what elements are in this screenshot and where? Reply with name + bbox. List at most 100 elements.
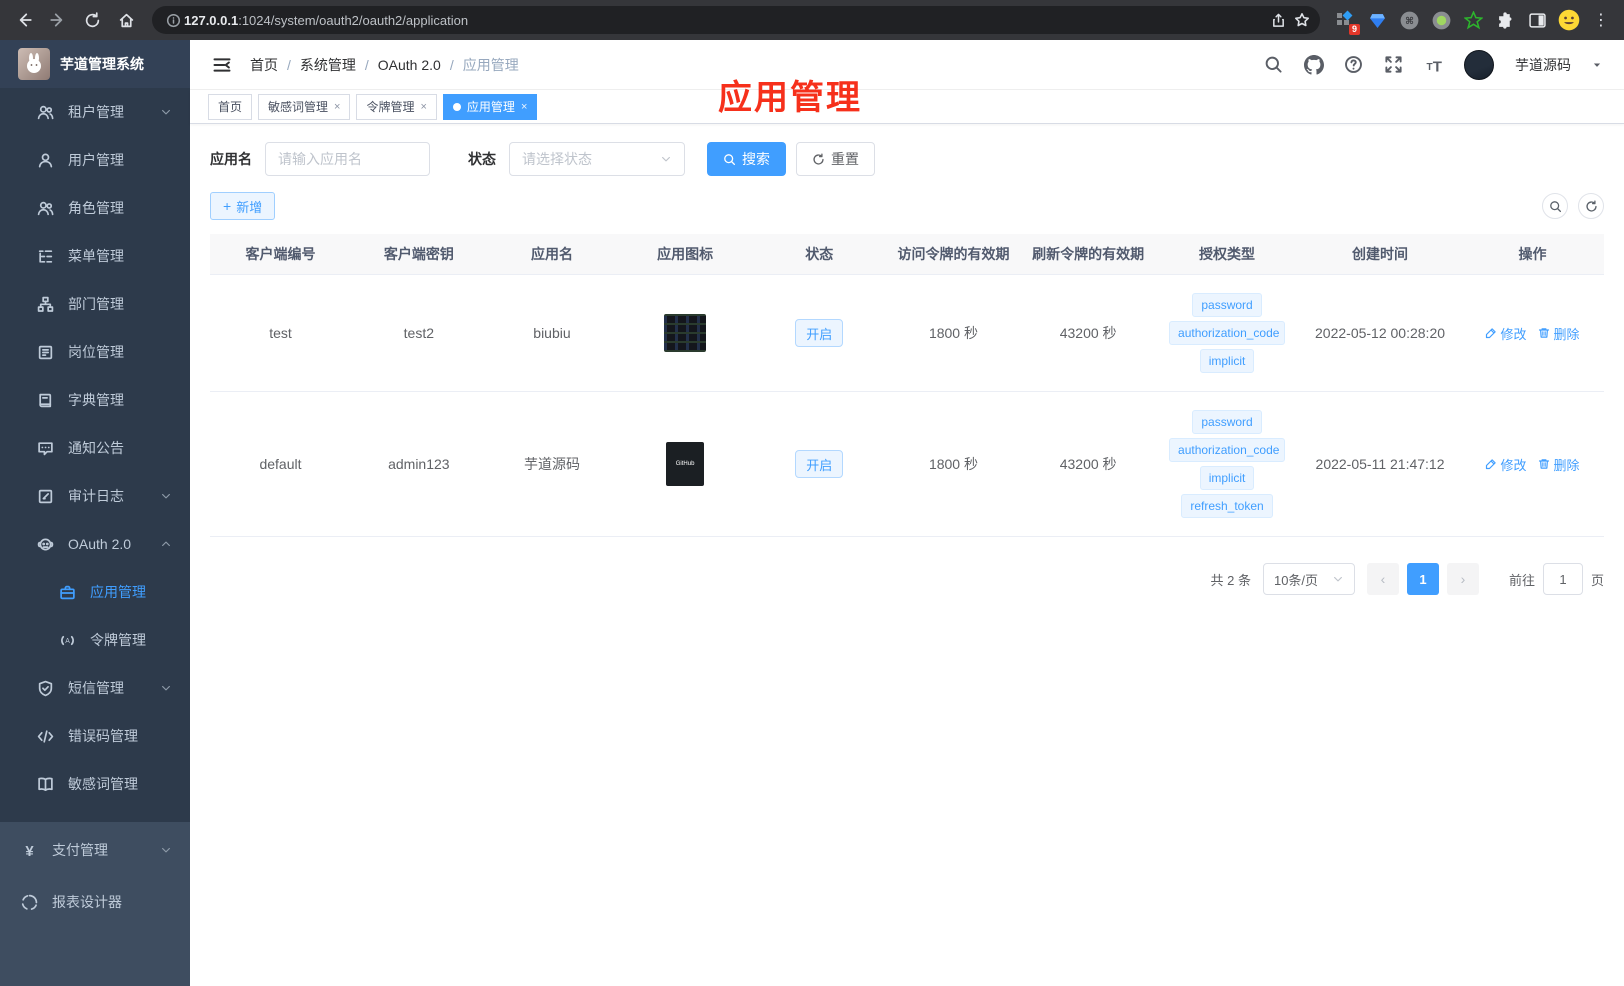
app-name-input[interactable] <box>265 142 430 176</box>
sidebar-item-OAuth 2.0[interactable]: OAuth 2.0 <box>0 520 190 568</box>
sidebar-item-部门管理[interactable]: 部门管理 <box>0 280 190 328</box>
sidebar-item-租户管理[interactable]: 租户管理 <box>0 88 190 136</box>
sidebar: 芋道管理系统 租户管理 用户管理角色管理菜单管理 部门管理 岗位管理 字典管理 通知公告审… <box>0 40 190 986</box>
extension-green-star-icon[interactable] <box>1460 7 1486 33</box>
tab-令牌管理[interactable]: 令牌管理 × <box>356 93 437 120</box>
cell-operations: 修改 删除 <box>1461 449 1604 480</box>
cell-status: 开启 <box>753 313 886 353</box>
font-size-icon[interactable]: TT <box>1424 55 1443 75</box>
url-bar[interactable]: 127.0.0.1:1024/system/oauth2/oauth2/appl… <box>152 6 1320 34</box>
status-label: 状态 <box>468 151 496 167</box>
current-page-button[interactable]: 1 <box>1406 563 1439 595</box>
reload-icon[interactable] <box>78 6 106 34</box>
search-button[interactable]: 搜索 <box>707 142 786 176</box>
sidebar-item-菜单管理[interactable]: 菜单管理 <box>0 232 190 280</box>
sidebar-item-支付管理[interactable]: ¥ 支付管理 <box>0 824 190 876</box>
add-button[interactable]: + 新增 <box>210 192 276 220</box>
chevron-down-icon <box>160 106 172 118</box>
sidebar-item-用户管理[interactable]: 用户管理 <box>0 136 190 184</box>
breadcrumb-item[interactable]: 首页 <box>250 55 278 75</box>
cell-client-secret: test2 <box>403 325 434 341</box>
status-select[interactable]: 请选择状态 <box>509 142 685 176</box>
tab-close-icon[interactable]: × <box>521 101 527 113</box>
column-header: 客户端编号 <box>245 246 316 262</box>
sidebar-item-令牌管理[interactable]: A 令牌管理 <box>0 616 190 664</box>
tab-close-icon[interactable]: × <box>420 101 426 113</box>
yen-icon: ¥ <box>21 842 38 858</box>
home-icon[interactable] <box>112 6 140 34</box>
dashboard-screenshot-thumbnail <box>664 314 707 352</box>
sidebar-item-应用管理[interactable]: 应用管理 <box>0 568 190 616</box>
cell-access-token-validity: 1800 秒 <box>928 456 978 472</box>
sidebar-item-label: 报表设计器 <box>52 894 122 910</box>
sidebar-item-角色管理[interactable]: 角色管理 <box>0 184 190 232</box>
tab-敏感词管理[interactable]: 敏感词管理 × <box>258 93 351 120</box>
share-icon[interactable] <box>1266 8 1290 32</box>
sidebar-item-岗位管理[interactable]: 岗位管理 <box>0 328 190 376</box>
edit-button[interactable]: 修改 <box>1485 324 1526 343</box>
menu-tree-icon <box>37 248 54 265</box>
reset-button[interactable]: 重置 <box>796 142 875 176</box>
sidebar-item-审计日志[interactable]: 审计日志 <box>0 472 190 520</box>
extension-gem-icon[interactable] <box>1364 7 1390 33</box>
total-count: 共 2 条 <box>1210 572 1251 588</box>
sidebar-item-label: 审计日志 <box>68 488 124 504</box>
breadcrumb-item[interactable]: 系统管理 <box>300 55 356 75</box>
extension-record-icon[interactable] <box>1428 7 1454 33</box>
sidebar-item-字典管理[interactable]: 字典管理 <box>0 376 190 424</box>
svg-text:A: A <box>65 638 70 645</box>
svg-text:T: T <box>1433 58 1442 75</box>
status-tag[interactable]: 开启 <box>795 319 844 347</box>
edit-button[interactable]: 修改 <box>1485 455 1526 474</box>
prev-page-button[interactable]: ‹ <box>1366 563 1399 595</box>
user-menu-caret-icon[interactable] <box>1592 60 1602 70</box>
pagination: 共 2 条 10条/页 ‹ 1 › 前往 页 <box>210 563 1604 595</box>
breadcrumb-item[interactable]: OAuth 2.0 <box>378 57 441 73</box>
sidebar-item-通知公告[interactable]: 通知公告 <box>0 424 190 472</box>
tab-首页[interactable]: 首页 <box>208 93 253 120</box>
status-tag[interactable]: 开启 <box>795 450 844 478</box>
tab-close-icon[interactable]: × <box>334 101 340 113</box>
site-info-icon[interactable] <box>162 9 184 31</box>
browser-menu-icon[interactable]: ⋮ <box>1588 7 1614 33</box>
goto-page-input[interactable] <box>1542 563 1583 595</box>
open-book-icon <box>37 776 54 793</box>
sidebar-item-label: 短信管理 <box>68 680 124 696</box>
forward-icon[interactable] <box>44 6 72 34</box>
sidebar-item-错误码管理[interactable]: 错误码管理 <box>0 712 190 760</box>
delete-button[interactable]: 删除 <box>1538 455 1579 474</box>
tab-应用管理[interactable]: 应用管理 × <box>442 93 538 120</box>
sidebar-item-短信管理[interactable]: 短信管理 <box>0 664 190 712</box>
show-search-toggle-icon[interactable] <box>1542 193 1568 219</box>
fullscreen-icon[interactable] <box>1384 55 1403 74</box>
sidebar-item-label: 令牌管理 <box>90 632 146 648</box>
grant-type-tag: refresh_token <box>1181 494 1273 518</box>
refresh-table-icon[interactable] <box>1578 193 1604 219</box>
user-avatar[interactable] <box>1464 49 1494 80</box>
page-size-select[interactable]: 10条/页 <box>1262 563 1355 595</box>
sidebar-item-报表设计器[interactable]: 报表设计器 <box>0 876 190 928</box>
github-icon[interactable] <box>1304 55 1324 75</box>
table-header-row: 客户端编号 客户端密钥 应用名 应用图标 状态 访问令牌的有效期 刷新令牌的有效期 授权类型 创… <box>210 234 1604 275</box>
header-search-icon[interactable] <box>1264 55 1283 74</box>
org-icon <box>37 296 54 313</box>
next-page-button[interactable]: › <box>1446 563 1479 595</box>
help-icon[interactable] <box>1344 55 1363 74</box>
sidebar-collapse-icon[interactable] <box>212 55 232 75</box>
sidebar-item-敏感词管理[interactable]: 敏感词管理 <box>0 760 190 808</box>
back-icon[interactable] <box>10 6 38 34</box>
delete-button[interactable]: 删除 <box>1538 324 1579 343</box>
cell-grant-types: password authorization_code implicit refres… <box>1155 404 1299 524</box>
column-header: 刷新令牌的有效期 <box>1032 246 1145 262</box>
extension-grid-icon[interactable]: 9 <box>1332 7 1360 35</box>
extension-command-icon[interactable]: ⌘ <box>1396 7 1422 33</box>
sidebar-item-label: 角色管理 <box>68 200 124 216</box>
app-logo[interactable]: 芋道管理系统 <box>0 40 190 88</box>
sidebar-item-label: 支付管理 <box>52 842 108 858</box>
side-panel-icon[interactable] <box>1524 7 1550 33</box>
report-icon <box>21 894 38 911</box>
svg-text:T: T <box>1427 62 1433 73</box>
extensions-puzzle-icon[interactable] <box>1492 7 1518 33</box>
profile-avatar-icon[interactable] <box>1556 7 1582 33</box>
bookmark-star-icon[interactable] <box>1290 8 1314 32</box>
